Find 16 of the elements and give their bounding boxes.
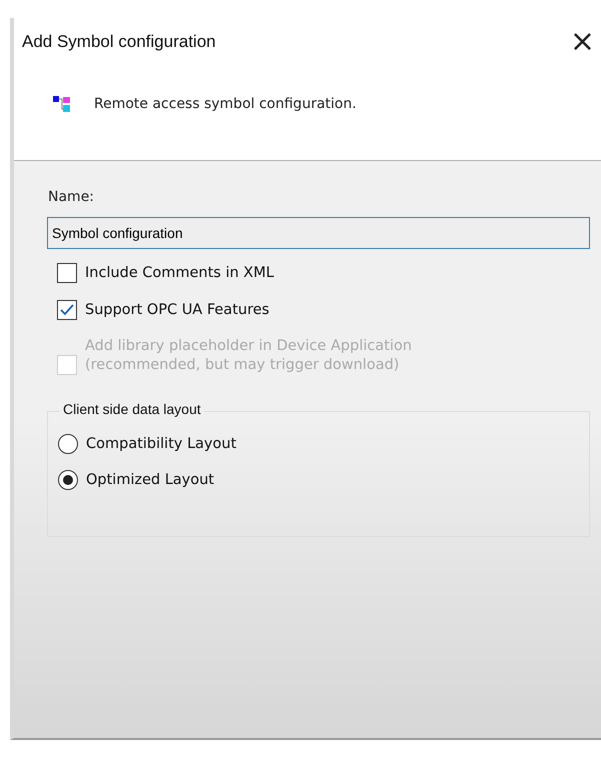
checkbox-label: Support OPC UA Features <box>85 300 270 320</box>
radio-button[interactable] <box>58 470 78 490</box>
checkbox[interactable] <box>57 300 77 320</box>
group-title: Client side data layout <box>60 401 204 417</box>
checkbox[interactable] <box>57 263 77 283</box>
name-field[interactable]: Symbol configuration <box>47 217 590 249</box>
radio-label: Compatibility Layout <box>86 434 236 454</box>
radio-label: Optimized Layout <box>86 470 214 490</box>
close-button[interactable]: × <box>564 30 601 54</box>
description-text: Remote access symbol configuration. <box>94 96 356 112</box>
checkbox-label: Include Comments in XML <box>85 264 274 282</box>
checkbox-label: Add library placeholder in Device Application (recommended, but may trigger download) <box>85 337 412 375</box>
radio-button[interactable] <box>58 434 78 454</box>
name-label: Name: <box>48 189 96 205</box>
window-title: Add Symbol configuration <box>22 32 216 52</box>
symbol-configuration-icon <box>52 94 72 114</box>
